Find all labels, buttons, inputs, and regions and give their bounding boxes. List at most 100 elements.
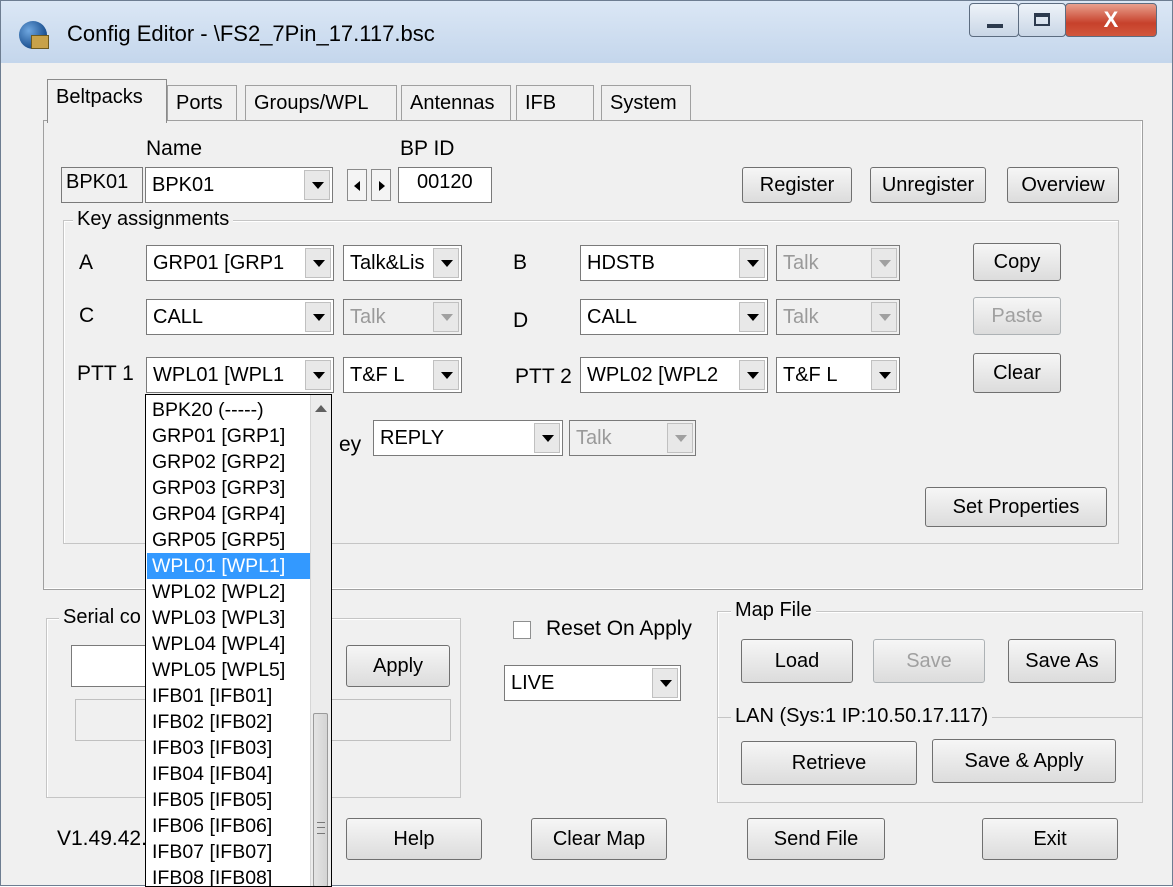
- dropdown-arrow-icon[interactable]: [534, 423, 560, 453]
- dropdown-list-item[interactable]: IFB04 [IFB04]: [147, 761, 311, 787]
- set-properties-button[interactable]: Set Properties: [925, 487, 1107, 527]
- extra-key-label: ey: [339, 433, 362, 456]
- dropdown-list-item[interactable]: IFB07 [IFB07]: [147, 839, 311, 865]
- dropdown-arrow-icon[interactable]: [652, 668, 678, 698]
- clear-button[interactable]: Clear: [973, 353, 1061, 393]
- scroll-up-arrow-icon[interactable]: [315, 405, 327, 412]
- dropdown-list-item[interactable]: GRP04 [GRP4]: [147, 501, 311, 527]
- title-bar[interactable]: Config Editor - \FS2_7Pin_17.117.bsc X: [1, 1, 1172, 63]
- dropdown-arrow-icon[interactable]: [305, 248, 331, 278]
- minimize-button[interactable]: [969, 3, 1019, 37]
- dropdown-list-item[interactable]: IFB03 [IFB03]: [147, 735, 311, 761]
- combo-value: CALL: [153, 306, 204, 328]
- combo-value: REPLY: [380, 427, 445, 449]
- tab-system[interactable]: System: [601, 85, 691, 121]
- dropdown-arrow-icon[interactable]: [433, 248, 459, 278]
- reset-on-apply-checkbox[interactable]: [513, 621, 531, 639]
- key-a-mode-combo[interactable]: Talk&Lis: [343, 245, 462, 281]
- dropdown-arrow-icon[interactable]: [739, 302, 765, 332]
- next-arrow-icon[interactable]: [371, 169, 391, 201]
- combo-value: Talk: [350, 306, 386, 328]
- tab-groups-wpl[interactable]: Groups/WPL: [245, 85, 397, 121]
- dropdown-arrow-icon[interactable]: [739, 248, 765, 278]
- dropdown-arrow-icon[interactable]: [305, 302, 331, 332]
- send-file-button[interactable]: Send File: [747, 818, 885, 860]
- dropdown-list-item[interactable]: WPL05 [WPL5]: [147, 657, 311, 683]
- dropdown-arrow-icon: [871, 248, 897, 278]
- exit-button[interactable]: Exit: [982, 818, 1118, 860]
- dropdown-list-item[interactable]: GRP01 [GRP1]: [147, 423, 311, 449]
- key-d-combo[interactable]: CALL: [580, 299, 768, 335]
- dropdown-list-item[interactable]: IFB02 [IFB02]: [147, 709, 311, 735]
- save-apply-button[interactable]: Save & Apply: [932, 739, 1116, 783]
- help-button[interactable]: Help: [346, 818, 482, 860]
- combo-value: WPL01 [WPL1: [153, 364, 285, 386]
- key-b-label: B: [513, 251, 528, 274]
- load-button[interactable]: Load: [741, 639, 853, 683]
- key-a-combo[interactable]: GRP01 [GRP1: [146, 245, 334, 281]
- dropdown-list-item[interactable]: WPL01 [WPL1]: [147, 553, 311, 579]
- beltpack-code-field: BPK01: [61, 167, 143, 203]
- dropdown-list-item[interactable]: IFB06 [IFB06]: [147, 813, 311, 839]
- dropdown-list-item[interactable]: GRP05 [GRP5]: [147, 527, 311, 553]
- dropdown-list-item[interactable]: IFB05 [IFB05]: [147, 787, 311, 813]
- extra-key-mode-combo: Talk: [569, 420, 696, 456]
- ptt1-mode-combo[interactable]: T&F L: [343, 357, 462, 393]
- dropdown-list-item[interactable]: WPL02 [WPL2]: [147, 579, 311, 605]
- save-as-button[interactable]: Save As: [1008, 639, 1116, 683]
- paste-button[interactable]: Paste: [973, 297, 1061, 335]
- ptt1-combo[interactable]: WPL01 [WPL1: [146, 357, 334, 393]
- bpid-field[interactable]: 00120: [398, 167, 492, 203]
- dropdown-arrow-icon[interactable]: [739, 360, 765, 390]
- scrollbar-thumb[interactable]: [313, 713, 328, 886]
- dropdown-arrow-icon[interactable]: [871, 360, 897, 390]
- beltpack-name-combo[interactable]: BPK01: [145, 167, 333, 203]
- close-icon: X: [1103, 7, 1119, 32]
- combo-value: HDSTB: [587, 252, 655, 274]
- dropdown-list-item[interactable]: WPL03 [WPL3]: [147, 605, 311, 631]
- unregister-button[interactable]: Unregister: [870, 167, 986, 203]
- tab-label: Beltpacks: [56, 86, 143, 108]
- key-c-combo[interactable]: CALL: [146, 299, 334, 335]
- ptt2-mode-combo[interactable]: T&F L: [776, 357, 900, 393]
- dropdown-list-item[interactable]: GRP03 [GRP3]: [147, 475, 311, 501]
- save-button[interactable]: Save: [873, 639, 985, 683]
- overview-button[interactable]: Overview: [1007, 167, 1119, 203]
- tab-ifb[interactable]: IFB: [516, 85, 594, 121]
- serial-port-field[interactable]: [71, 645, 151, 687]
- key-d-label: D: [513, 309, 529, 332]
- close-button[interactable]: X: [1065, 3, 1157, 37]
- extra-key-combo[interactable]: REPLY: [373, 420, 563, 456]
- maximize-button[interactable]: [1018, 3, 1066, 37]
- ptt1-label: PTT 1: [77, 362, 134, 385]
- previous-arrow-icon[interactable]: [347, 169, 367, 201]
- tab-label: System: [610, 92, 677, 114]
- serial-apply-button[interactable]: Apply: [346, 645, 450, 687]
- register-button[interactable]: Register: [742, 167, 852, 203]
- tab-label: Groups/WPL: [254, 92, 369, 114]
- tab-ports[interactable]: Ports: [167, 85, 237, 121]
- dropdown-list-item[interactable]: IFB01 [IFB01]: [147, 683, 311, 709]
- dropdown-arrow-icon[interactable]: [305, 360, 331, 390]
- key-d-mode-combo: Talk: [776, 299, 900, 335]
- dropdown-list-item[interactable]: GRP02 [GRP2]: [147, 449, 311, 475]
- dropdown-arrow-icon[interactable]: [433, 360, 459, 390]
- tab-beltpacks[interactable]: Beltpacks: [47, 79, 167, 123]
- key-b-combo[interactable]: HDSTB: [580, 245, 768, 281]
- dropdown-arrow-icon: [871, 302, 897, 332]
- ptt2-combo[interactable]: WPL02 [WPL2: [580, 357, 768, 393]
- dropdown-scrollbar[interactable]: [310, 395, 331, 886]
- dropdown-list-item[interactable]: BPK20 (-----): [147, 397, 311, 423]
- tab-antennas[interactable]: Antennas: [401, 85, 511, 121]
- mode-select[interactable]: LIVE: [504, 665, 681, 701]
- ptt1-dropdown-list[interactable]: BPK20 (-----) GRP01 [GRP1] GRP02 [GRP2] GRP…: [145, 394, 332, 887]
- clear-map-button[interactable]: Clear Map: [531, 818, 667, 860]
- tab-label: Antennas: [410, 92, 495, 114]
- dropdown-arrow-icon: [667, 423, 693, 453]
- copy-button[interactable]: Copy: [973, 243, 1061, 281]
- dropdown-list-item[interactable]: IFB08 [IFB08]: [147, 865, 311, 886]
- dropdown-arrow-icon[interactable]: [304, 170, 330, 200]
- retrieve-button[interactable]: Retrieve: [741, 741, 917, 785]
- combo-value: LIVE: [511, 672, 555, 694]
- dropdown-list-item[interactable]: WPL04 [WPL4]: [147, 631, 311, 657]
